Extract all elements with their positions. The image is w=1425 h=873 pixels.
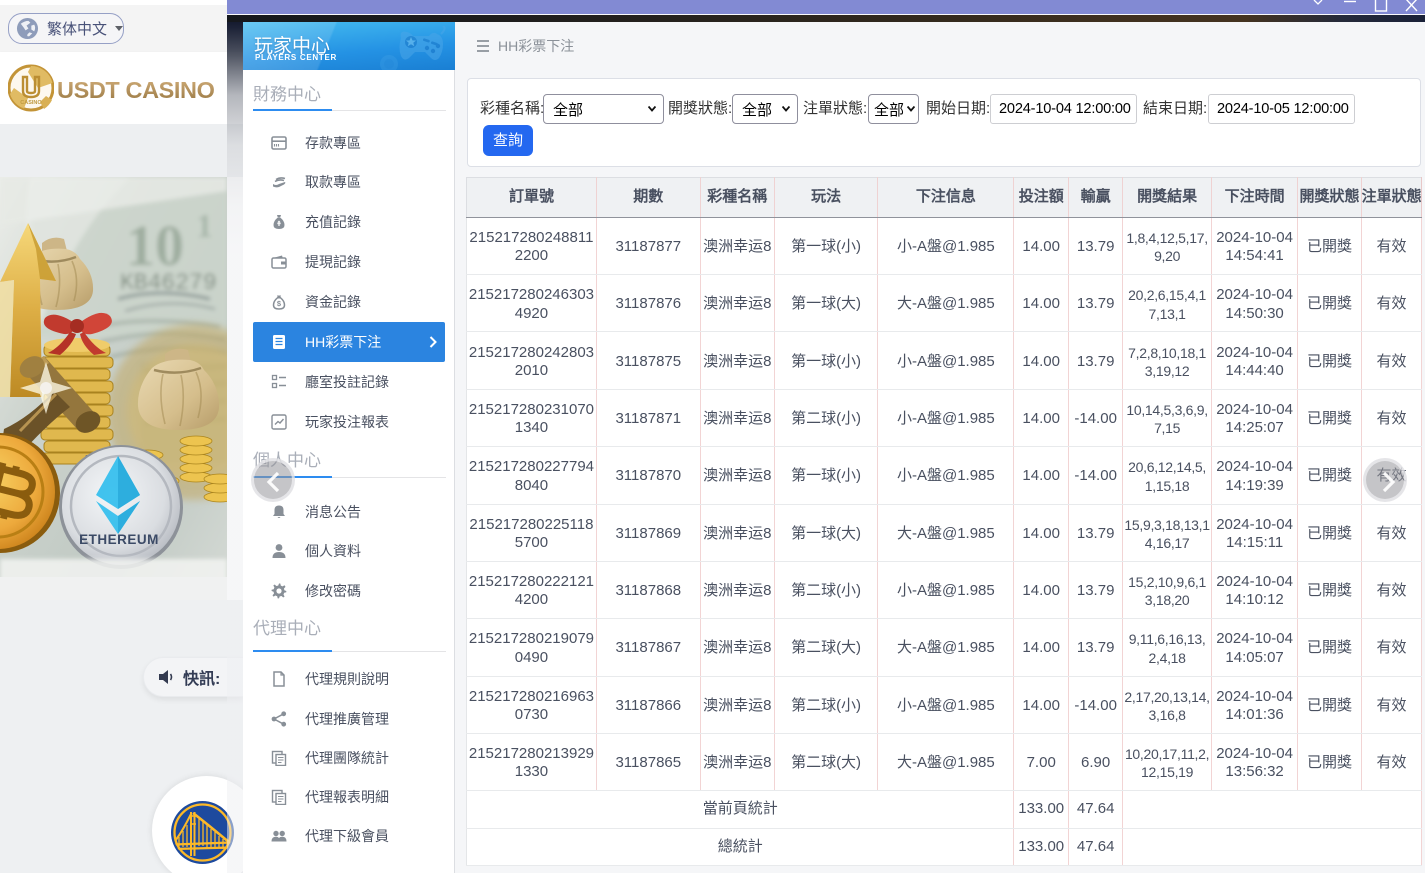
svg-text:CASINO: CASINO (20, 100, 42, 106)
svg-text:ETHEREUM: ETHEREUM (79, 532, 159, 547)
svg-text:10: 10 (126, 213, 184, 278)
svg-text:1: 1 (196, 208, 213, 245)
svg-text:$: $ (277, 299, 282, 308)
